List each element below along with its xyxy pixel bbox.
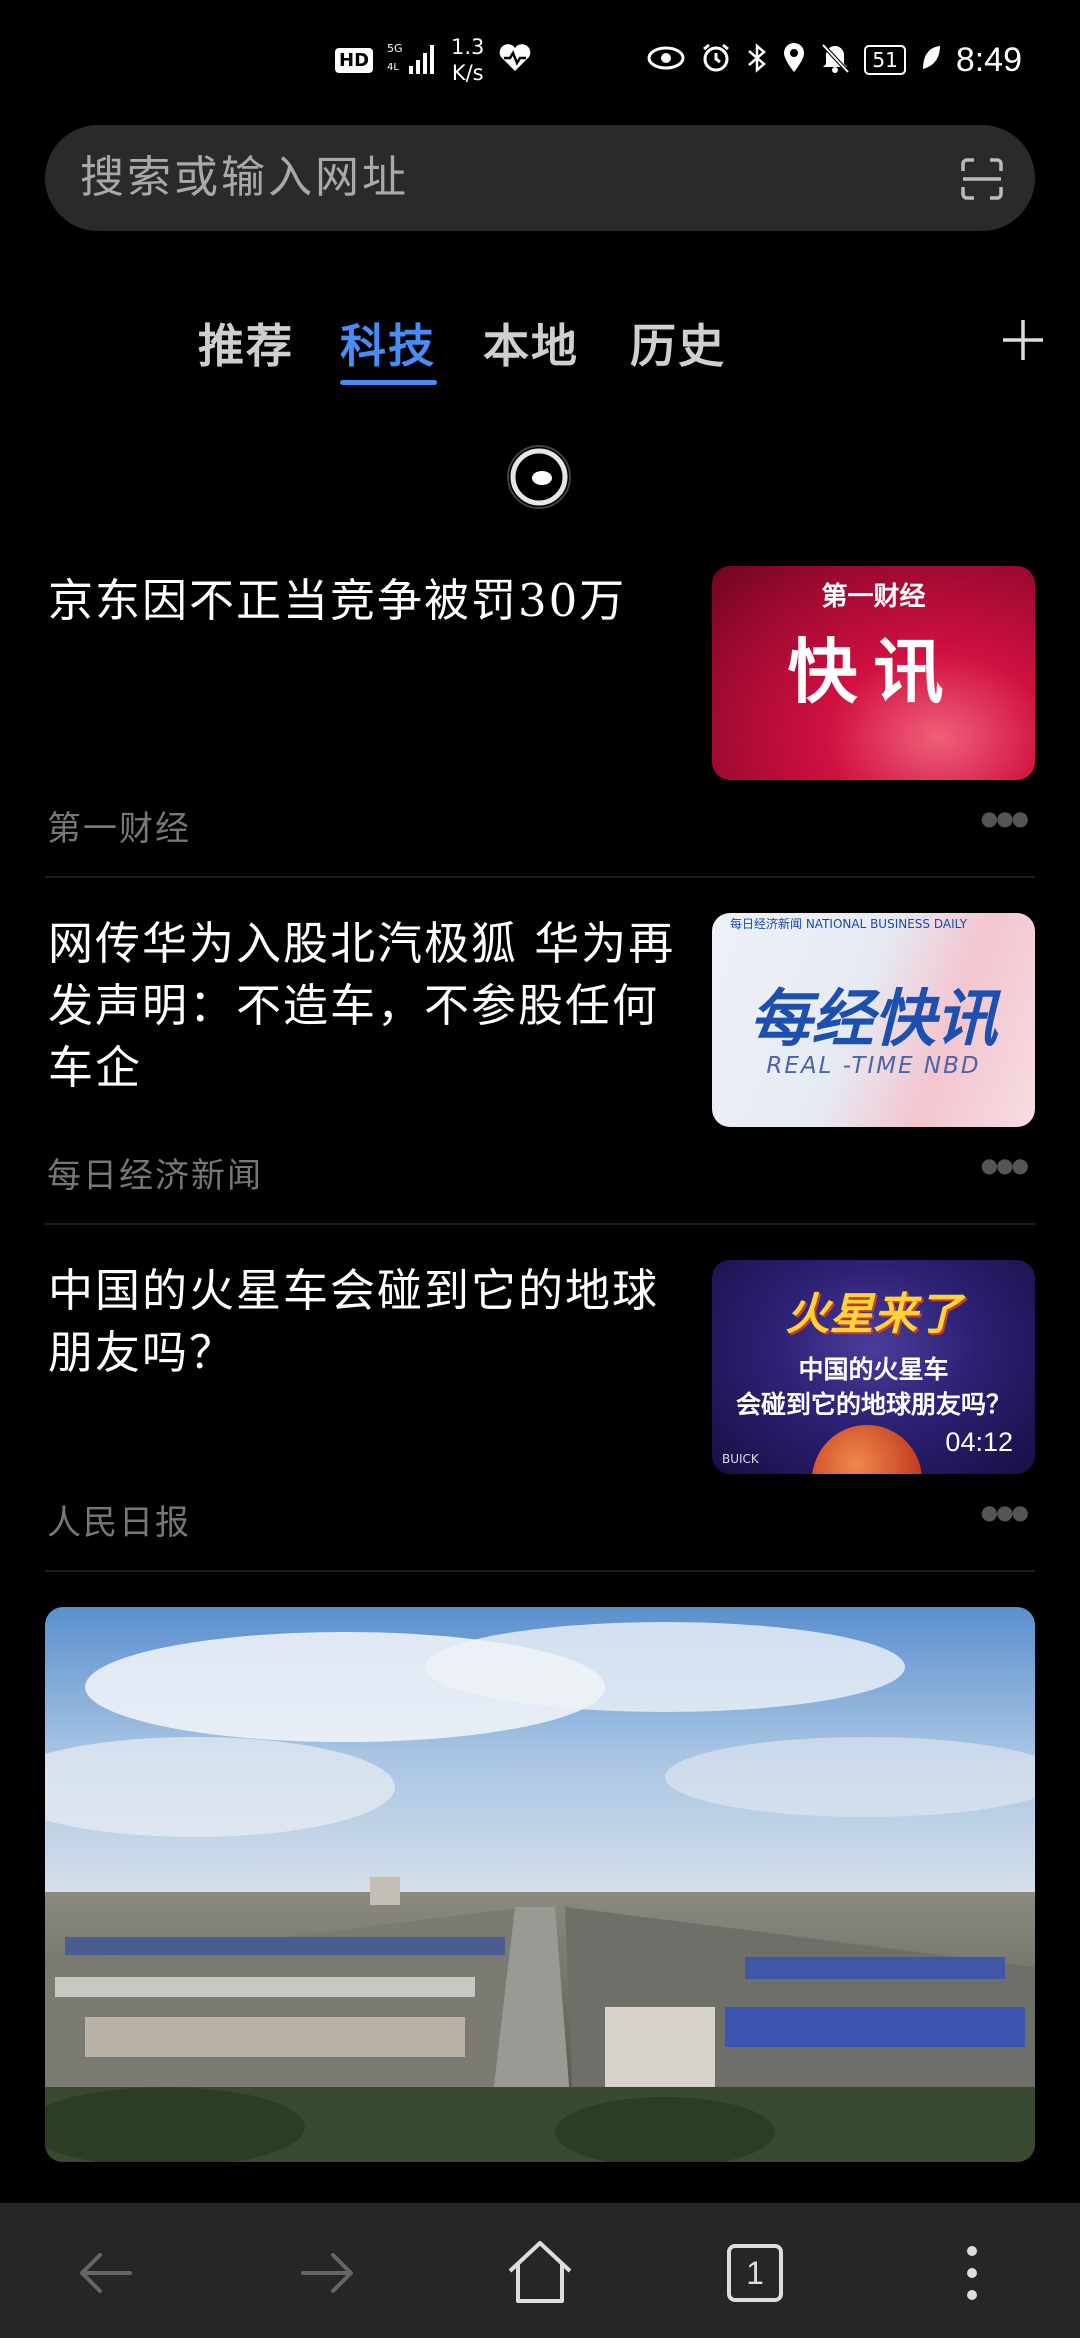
bluetooth-icon — [746, 42, 768, 78]
divider — [45, 876, 1035, 878]
divider — [45, 1223, 1035, 1225]
news-title[interactable]: 网传华为入股北汽极狐 华为再发声明：不造车，不参股任何车企 — [48, 913, 678, 1099]
news-source: 人民日报 — [47, 1503, 191, 1543]
clock: 8:49 — [955, 40, 1022, 79]
speed-value: 1.3 — [451, 35, 485, 59]
news-item[interactable]: 中国的火星车会碰到它的地球朋友吗？ 火星来了 中国的火星车 会碰到它的地球朋友吗… — [45, 1260, 1035, 1572]
category-tabs: 推荐 科技 本地 历史 — [0, 300, 1080, 400]
search-bar[interactable]: 搜索或输入网址 — [45, 125, 1035, 231]
back-arrow-icon[interactable] — [68, 2233, 148, 2313]
hd-icon: HD — [335, 47, 374, 73]
mute-icon — [820, 42, 850, 78]
thumb-line-1: 中国的火星车 — [798, 1355, 949, 1384]
news-thumbnail[interactable]: 每日经济新闻 NATIONAL BUSINESS DAILY 每经快讯 REAL… — [712, 913, 1035, 1127]
news-source: 第一财经 — [47, 809, 191, 849]
tab-count: 1 — [746, 2255, 764, 2291]
more-options-icon[interactable]: ●●● — [981, 1153, 1029, 1177]
forward-arrow-icon[interactable] — [285, 2233, 365, 2313]
heartbeat-icon — [498, 43, 532, 77]
news-title[interactable]: 中国的火星车会碰到它的地球朋友吗？ — [48, 1260, 678, 1384]
news-title[interactable]: 京东因不正当竞争被罚30万 — [48, 570, 678, 632]
thumb-brand: 第一财经 — [821, 582, 926, 612]
tab-recommend[interactable]: 推荐 — [198, 310, 294, 376]
location-icon — [782, 42, 806, 78]
home-icon[interactable] — [500, 2233, 580, 2313]
eye-icon — [646, 44, 686, 76]
thumb-logo: 火星来了 — [785, 1289, 962, 1340]
news-thumbnail[interactable]: 第一财经 快讯 — [712, 566, 1035, 780]
thumb-brand: 每日经济新闻 NATIONAL BUSINESS DAILY — [730, 917, 968, 931]
more-options-icon[interactable]: ●●● — [981, 806, 1029, 830]
thumb-headline: 快讯 — [787, 631, 960, 713]
tab-local[interactable]: 本地 — [483, 310, 579, 376]
svg-text:5G: 5G — [387, 42, 403, 55]
bottom-navigation: 1 — [0, 2203, 1080, 2338]
thumb-sponsor: BUICK — [722, 1452, 759, 1466]
planet-graphic — [812, 1425, 922, 1474]
tab-tech[interactable]: 科技 — [340, 310, 436, 376]
active-tab-indicator — [340, 380, 437, 385]
news-item[interactable]: 网传华为入股北汽极狐 华为再发声明：不造车，不参股任何车企 每日经济新闻 NAT… — [45, 913, 1035, 1225]
news-video-thumbnail[interactable]: 火星来了 中国的火星车 会碰到它的地球朋友吗？ BUICK 04:12 — [712, 1260, 1035, 1474]
news-large-image[interactable] — [45, 1607, 1035, 2162]
news-item[interactable]: 京东因不正当竞争被罚30万 第一财经 快讯 第一财经 ●●● — [45, 566, 1035, 878]
thumb-line-2: 会碰到它的地球朋友吗？ — [735, 1390, 1011, 1419]
network-speed: 1.3 K/s — [451, 34, 484, 86]
more-options-icon[interactable]: ●●● — [981, 1500, 1029, 1524]
divider — [45, 1570, 1035, 1572]
speed-unit: K/s — [451, 61, 484, 85]
news-source: 每日经济新闻 — [47, 1156, 263, 1196]
plus-icon[interactable] — [1001, 300, 1045, 372]
scan-icon[interactable] — [961, 158, 1003, 200]
leaf-icon — [920, 44, 942, 76]
tab-history[interactable]: 历史 — [630, 310, 726, 376]
loading-spinner-icon — [505, 443, 573, 511]
video-duration: 04:12 — [945, 1427, 1013, 1457]
alarm-icon — [700, 42, 732, 78]
thumb-subtitle: REAL -TIME NBD — [766, 1053, 981, 1079]
more-vertical-icon[interactable] — [932, 2233, 1012, 2313]
battery-icon: 51 — [864, 45, 906, 75]
svg-text:4L: 4L — [387, 62, 399, 73]
search-input[interactable]: 搜索或输入网址 — [80, 125, 409, 231]
status-right: 51 8:49 — [646, 30, 1022, 90]
status-bar: HD 5G 4L 1.3 K/s 51 8:49 — [0, 0, 1080, 120]
thumb-headline: 每经快讯 — [749, 982, 998, 1055]
status-left: HD 5G 4L 1.3 K/s — [335, 30, 532, 90]
signal-icon: 5G 4L — [387, 40, 437, 80]
tabs-button[interactable]: 1 — [715, 2233, 795, 2313]
